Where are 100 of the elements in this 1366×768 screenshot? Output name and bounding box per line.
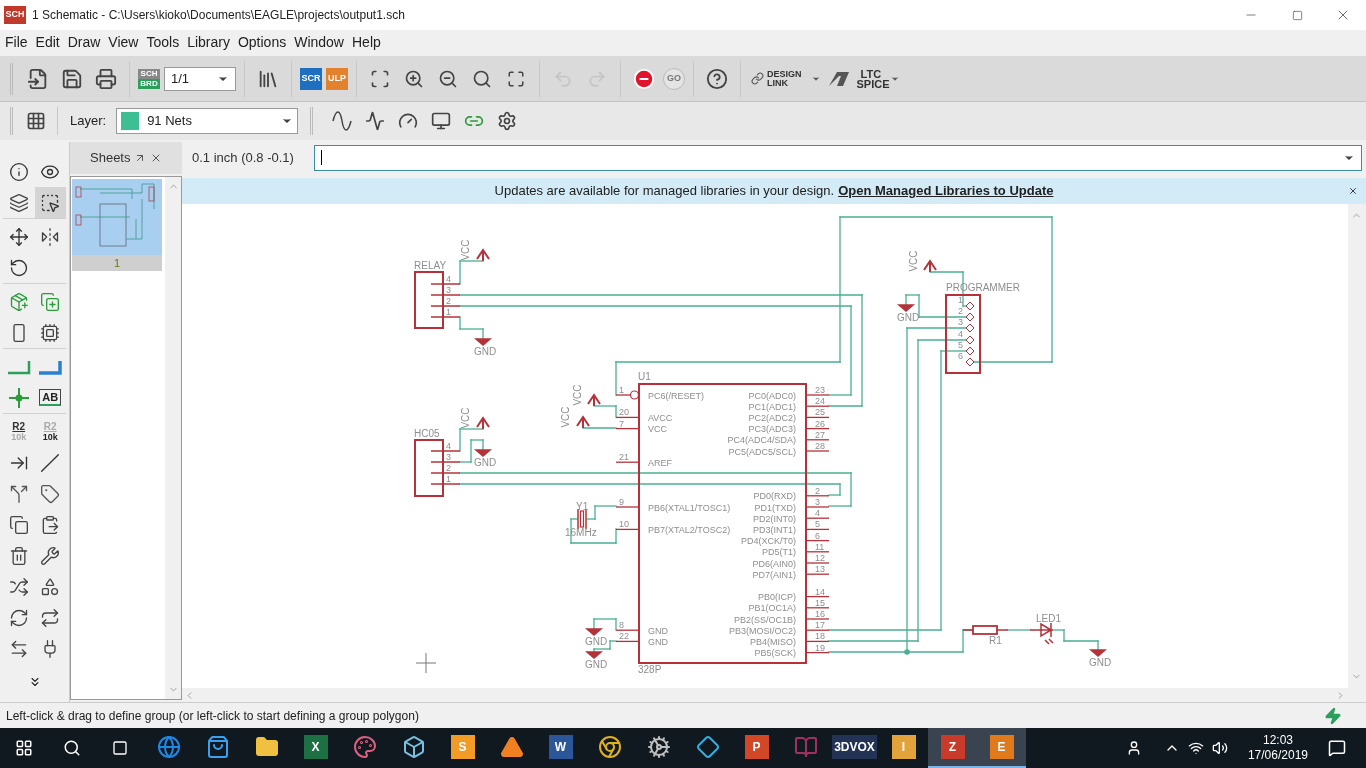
supply-label: GND xyxy=(473,457,497,469)
pin-label: VCC xyxy=(648,424,667,435)
tool-button[interactable]: AB xyxy=(34,382,66,413)
notification-text: Updates are available for managed libraries in your design. xyxy=(494,182,835,201)
pin-number: 3 xyxy=(446,452,451,463)
pin-number: 14 xyxy=(815,586,825,597)
pin-number: 2 xyxy=(815,486,820,496)
menu-item[interactable]: Library xyxy=(183,31,234,53)
menu-item[interactable]: Window xyxy=(290,31,348,53)
update-libraries-link[interactable]: Open Managed Libraries to Update xyxy=(838,181,1054,201)
resistor-name: R1 xyxy=(989,635,1002,647)
pin-label: PB1(OC1A) xyxy=(748,603,796,614)
pin-label: PC6(/RESET) xyxy=(648,390,704,401)
supply-label: GND xyxy=(1088,657,1112,669)
pin-label: PD4(XCK/T0) xyxy=(741,536,796,547)
pin-number: 11 xyxy=(815,542,825,552)
sheet-select[interactable]: 1/1 xyxy=(164,66,236,91)
chip-name: U1 xyxy=(638,371,651,383)
taskbar-app[interactable]: Z xyxy=(928,728,977,768)
menu-item[interactable]: Edit xyxy=(31,31,64,53)
supply-label: VCC xyxy=(459,239,471,261)
app-icon: SCH xyxy=(4,6,26,24)
pin-label: PD3(INT1) xyxy=(753,525,796,536)
pin-number: 10 xyxy=(619,519,629,530)
pin-label: PB3(MOSI/OC2) xyxy=(729,625,796,636)
pin-number: 27 xyxy=(815,430,825,440)
pin-number: 15 xyxy=(815,598,825,608)
pin-number: 26 xyxy=(815,418,825,429)
tool-button[interactable]: R2 10k xyxy=(34,416,66,447)
taskbar-app[interactable]: P xyxy=(732,728,781,768)
pin-number: 19 xyxy=(815,642,825,653)
menu-item[interactable]: Help xyxy=(348,31,385,53)
menu-item[interactable]: View xyxy=(104,31,143,53)
led-name: LED1 xyxy=(1036,613,1061,625)
connector-name: HC05 xyxy=(414,428,440,440)
label-tool-text: AB xyxy=(39,389,62,406)
pin-label: PB4(MISO) xyxy=(750,637,796,648)
pin-number: 2 xyxy=(446,296,451,307)
clock-date[interactable]: 17/06/2019 xyxy=(1247,748,1308,763)
app-tile: S xyxy=(450,735,475,759)
pin-label: AREF xyxy=(648,457,672,468)
pin-number: 4 xyxy=(958,329,963,340)
pin-label: PC1(ADC1) xyxy=(748,401,796,412)
supply-label: VCC xyxy=(559,406,571,428)
pin-label: PD6(AIN0) xyxy=(752,558,796,569)
connector-name: RELAY xyxy=(414,260,447,272)
status-text: Left-click & drag to define group (or left-click to start defining a group polygon) xyxy=(6,707,419,725)
pin-number: 6 xyxy=(815,530,820,541)
pin-number: 12 xyxy=(815,553,825,564)
panel-title: Sheets xyxy=(90,149,131,168)
pin-number: 1 xyxy=(619,385,624,396)
pin-number: 4 xyxy=(446,274,451,285)
pin-label: PB7(XTAL2/TOSC2) xyxy=(648,525,731,536)
schematic-board-switch[interactable]: SCH BRD xyxy=(138,67,160,90)
spice-button[interactable]: LTC SPICE xyxy=(826,63,900,94)
tool-button[interactable]: R2 10k xyxy=(3,416,35,447)
menu-item[interactable]: Draw xyxy=(63,31,105,53)
supply-label: GND xyxy=(584,659,608,671)
menu-item[interactable]: Options xyxy=(233,31,291,53)
app-tile: Z xyxy=(940,735,965,759)
pin-number: 9 xyxy=(619,497,624,508)
supply-label: GND xyxy=(584,636,608,648)
pin-label: GND xyxy=(648,625,668,636)
taskbar-app[interactable]: X xyxy=(291,728,340,768)
pin-number: 24 xyxy=(815,396,825,407)
pin-label: PC5(ADC5/SCL) xyxy=(728,446,796,457)
pin-number: 23 xyxy=(815,385,825,396)
pin-label: PD0(RXD) xyxy=(753,491,796,502)
pin-number: 25 xyxy=(815,407,825,418)
pin-number: 22 xyxy=(619,631,629,642)
pin-number: 1 xyxy=(958,295,963,306)
layer-label: Layer: xyxy=(70,112,107,131)
pin-label: PB6(XTAL1/TOSC1) xyxy=(648,502,731,513)
pin-number: 3 xyxy=(446,285,451,296)
pin-number: 13 xyxy=(815,564,825,575)
script-button[interactable]: SCR xyxy=(300,67,322,90)
taskbar-app[interactable]: 3DVOX xyxy=(830,728,879,768)
supply-label: VCC xyxy=(571,384,583,406)
app-tile: P xyxy=(744,735,769,759)
supply-label: VCC xyxy=(459,407,471,429)
clock-time[interactable]: 12:03 xyxy=(1262,733,1293,748)
taskbar-app[interactable]: W xyxy=(536,728,585,768)
app-tile: E xyxy=(989,735,1014,759)
value-text: 10k xyxy=(11,431,27,442)
layer-select[interactable]: 91 Nets xyxy=(116,108,299,134)
pin-label: PB2(SS/OC1B) xyxy=(733,614,796,625)
pin-number: 20 xyxy=(619,407,629,418)
menu-item[interactable]: Tools xyxy=(142,31,184,53)
supply-label: VCC xyxy=(907,250,919,272)
menu-item[interactable]: File xyxy=(1,31,32,53)
pin-number: 2 xyxy=(958,306,963,317)
pin-number: 16 xyxy=(815,609,825,620)
design-link-button[interactable]: DESIGN LINK xyxy=(749,63,823,94)
pin-number: 3 xyxy=(958,317,963,328)
ref-text: R2 xyxy=(12,421,26,432)
pin-label: AVCC xyxy=(648,413,673,424)
pin-number: 4 xyxy=(815,508,820,519)
pin-label: PD1(TXD) xyxy=(754,502,796,513)
pin-label: PB5(SCK) xyxy=(754,648,796,659)
value-text: 10k xyxy=(42,431,58,442)
